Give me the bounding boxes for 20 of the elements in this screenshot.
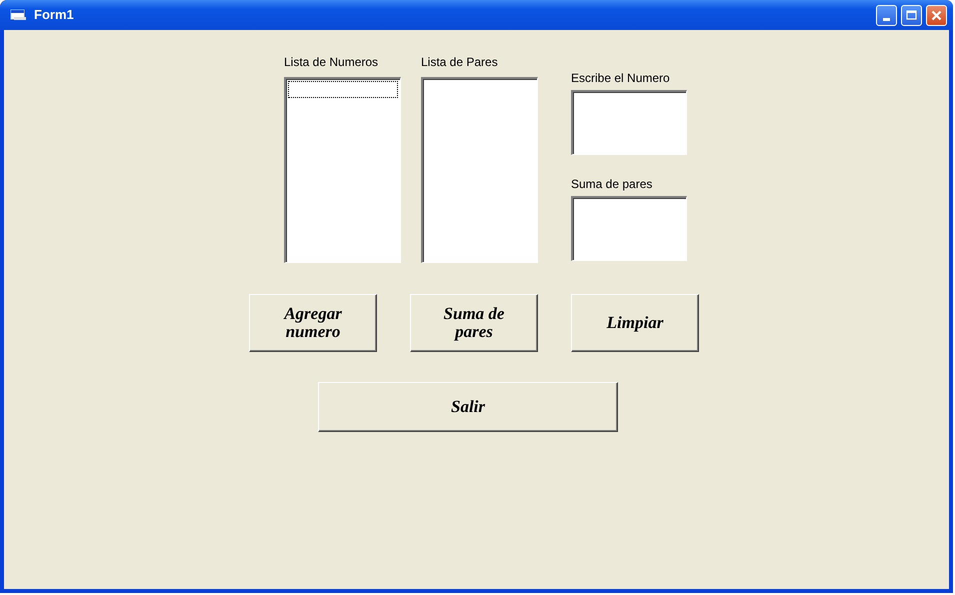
command-button[interactable]: Limpiar: [571, 294, 699, 352]
close-icon: [931, 10, 942, 20]
window-title: Form1: [34, 6, 74, 24]
exit-button[interactable]: Salir: [318, 382, 618, 432]
minimize-icon: [883, 18, 890, 20]
list-label: Lista de Numeros: [284, 55, 380, 69]
list-box[interactable]: [421, 77, 538, 263]
close-button[interactable]: [926, 4, 947, 26]
command-button[interactable]: Agregar numero: [249, 294, 377, 352]
command-button[interactable]: Suma de pares: [410, 294, 538, 352]
maximize-button[interactable]: [901, 4, 922, 26]
text-field[interactable]: [571, 196, 687, 261]
list-box[interactable]: [284, 77, 401, 263]
minimize-button[interactable]: [876, 4, 897, 26]
field-label: Suma de pares: [571, 177, 654, 191]
maximize-icon: [906, 10, 917, 20]
text-field[interactable]: [571, 90, 687, 155]
field-label: Escribe el Numero: [571, 71, 671, 85]
list-label: Lista de Pares: [421, 55, 499, 69]
window-icon: [10, 9, 26, 21]
